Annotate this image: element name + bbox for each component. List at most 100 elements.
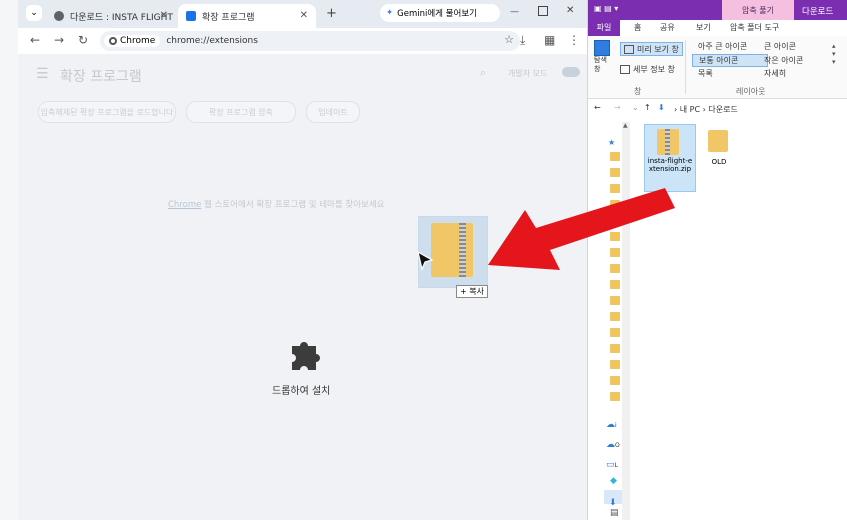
breadcrumb-item[interactable]: 다운로드	[708, 105, 737, 114]
devmode-toggle[interactable]	[562, 67, 580, 77]
new-tab-button[interactable]: +	[326, 6, 337, 21]
folder-icon[interactable]	[610, 328, 620, 337]
details-pane-button[interactable]: 세부 정보 창	[620, 64, 675, 75]
puzzle-icon	[292, 342, 320, 370]
store-text: 웹 스토어에서 확장 프로그램 및 테마를 찾아보세요	[204, 200, 385, 210]
share-tab[interactable]: 공유	[660, 22, 675, 33]
back-icon[interactable]: ←	[30, 33, 40, 47]
url-text: chrome://extensions	[166, 36, 258, 46]
onedrive-icon[interactable]: ☁O	[606, 440, 620, 450]
breadcrumb-item[interactable]: 내 PC	[680, 105, 700, 114]
details-option[interactable]: 자세히	[764, 68, 786, 79]
scroll-up-icon[interactable]: ▲	[623, 122, 628, 129]
breadcrumb[interactable]: › 내 PC › 다운로드	[674, 104, 738, 115]
medium-icons-option[interactable]: 보통 아이콘	[692, 54, 768, 67]
folder-icon[interactable]	[610, 344, 620, 353]
details-pane-icon	[620, 65, 630, 74]
minimize-button[interactable]: —	[510, 7, 519, 17]
folder-icon	[708, 130, 728, 152]
zip-tools-tab[interactable]: 압축 폴더 도구	[730, 22, 779, 33]
menu-icon[interactable]: ⋮	[568, 33, 580, 47]
folder-icon[interactable]	[610, 360, 620, 369]
close-icon[interactable]: ✕	[300, 10, 308, 21]
folder-icon[interactable]	[610, 376, 620, 385]
page-title: 확장 프로그램	[60, 69, 142, 85]
view-tab[interactable]: 보기	[696, 22, 711, 33]
tab-search-button[interactable]: ⌄	[26, 5, 42, 21]
extensions-icon[interactable]: ▦	[544, 33, 555, 47]
layout-scroll-icon[interactable]: ▴ ▾ ▾	[832, 42, 836, 66]
chrome-chip[interactable]: Chrome	[104, 35, 161, 47]
gemini-icon: ✦	[386, 8, 394, 18]
ribbon-tabs: 파일 홈 공유 보기 압축 폴더 도구	[588, 20, 847, 37]
cloud-icon[interactable]: ☁i	[606, 420, 617, 430]
extensions-page: ☰ 확장 프로그램 ⌕ 개발자 모드 압축해제된 확장 프로그램을 로드합니다 …	[18, 54, 587, 520]
hamburger-icon[interactable]: ☰	[36, 66, 49, 82]
store-hint: Chrome 웹 스토어에서 확장 프로그램 및 테마를 찾아보세요	[168, 198, 384, 210]
up-icon[interactable]: ↑	[644, 103, 651, 112]
forward-icon[interactable]: →	[54, 33, 64, 47]
preview-pane-label: 미리 보기 창	[637, 44, 679, 54]
nav-pane-icon	[594, 40, 610, 56]
details-pane-label: 세부 정보 창	[633, 65, 675, 74]
folder-icon[interactable]	[610, 312, 620, 321]
close-icon[interactable]: ✕	[160, 10, 168, 21]
preview-pane-icon	[624, 44, 634, 54]
title-bar: ▣ ▤ ▾ 압축 풀기 다운로드	[588, 0, 847, 20]
pane-group-label: 창	[634, 87, 642, 96]
folder-icon[interactable]	[610, 296, 620, 305]
gemini-button[interactable]: ✦ Gemini에게 물어보기	[380, 4, 500, 22]
globe-icon	[54, 11, 64, 21]
documents-icon[interactable]: ▤	[610, 508, 619, 518]
tab-label: 확장 프로그램	[202, 12, 255, 23]
forward-icon[interactable]: →	[614, 103, 621, 112]
zip-file-icon	[431, 223, 473, 277]
address-bar: ← → ⌄ ↑ ⬇ › 내 PC › 다운로드	[588, 100, 847, 118]
nav-label: L	[614, 462, 618, 469]
maximize-button[interactable]	[538, 6, 548, 16]
3d-objects-icon[interactable]: ◆	[610, 476, 617, 486]
devmode-label: 개발자 모드	[508, 69, 548, 78]
quick-access-icons[interactable]: ▣ ▤ ▾	[594, 4, 618, 13]
back-icon[interactable]: ←	[594, 103, 601, 112]
copy-badge: + 복사	[456, 285, 488, 298]
bookmark-star-icon[interactable]: ☆	[504, 33, 514, 46]
load-unpacked-button[interactable]: 압축해제된 확장 프로그램을 로드합니다	[38, 101, 176, 123]
large-icons-option[interactable]: 큰 아이콘	[764, 41, 796, 52]
drop-text: 드롭하여 설치	[272, 386, 331, 397]
this-pc-icon[interactable]: ▭L	[606, 460, 618, 470]
small-icons-option[interactable]: 작은 아이콘	[764, 55, 803, 66]
folder-icon[interactable]	[610, 280, 620, 289]
pack-extension-button[interactable]: 확장 프로그램 압축	[186, 101, 296, 123]
file-tab[interactable]: 파일	[588, 20, 620, 36]
update-button[interactable]: 업데이트	[306, 101, 360, 123]
search-icon[interactable]: ⌕	[480, 66, 486, 80]
navigation-pane-button[interactable]: 탐색 창	[594, 40, 614, 74]
home-tab[interactable]: 홈	[634, 22, 641, 33]
downloads-nav-item[interactable]: ⬇	[604, 490, 622, 508]
puzzle-icon	[186, 11, 196, 21]
download-icon[interactable]: ⤓	[520, 33, 525, 48]
omnibox[interactable]: Chrome chrome://extensions ☆	[100, 31, 520, 51]
extract-tab[interactable]: 압축 풀기	[722, 0, 794, 20]
ribbon: 탐색 창 미리 보기 창 세부 정보 창 창 아주 큰 아이콘 큰 아이콘 보통…	[588, 36, 847, 99]
pin-icon: ★	[608, 138, 616, 147]
list-option[interactable]: 목록	[698, 68, 713, 79]
preview-pane-button[interactable]: 미리 보기 창	[620, 42, 683, 56]
download-folder-icon: ⬇	[658, 103, 665, 112]
reload-icon[interactable]: ↻	[78, 33, 88, 47]
folder-icon[interactable]	[610, 392, 620, 401]
close-window-button[interactable]: ✕	[566, 5, 574, 16]
nav-label: i	[615, 422, 617, 429]
extra-large-icons-option[interactable]: 아주 큰 아이콘	[698, 41, 747, 52]
tab-extensions[interactable]: 확장 프로그램 ✕	[178, 4, 316, 28]
store-link[interactable]: Chrome	[168, 200, 201, 210]
folder-item[interactable]: OLD	[702, 124, 736, 174]
download-icon: ⬇	[609, 498, 617, 508]
tab-downloads[interactable]: 다운로드 : INSTA FLIGHT ✕	[46, 4, 176, 28]
ribbon-divider	[685, 40, 686, 94]
window-title: 다운로드	[802, 7, 834, 17]
recent-icon[interactable]: ⌄	[632, 103, 639, 112]
folder-icon[interactable]	[610, 152, 620, 161]
gemini-label: Gemini에게 물어보기	[397, 9, 477, 19]
